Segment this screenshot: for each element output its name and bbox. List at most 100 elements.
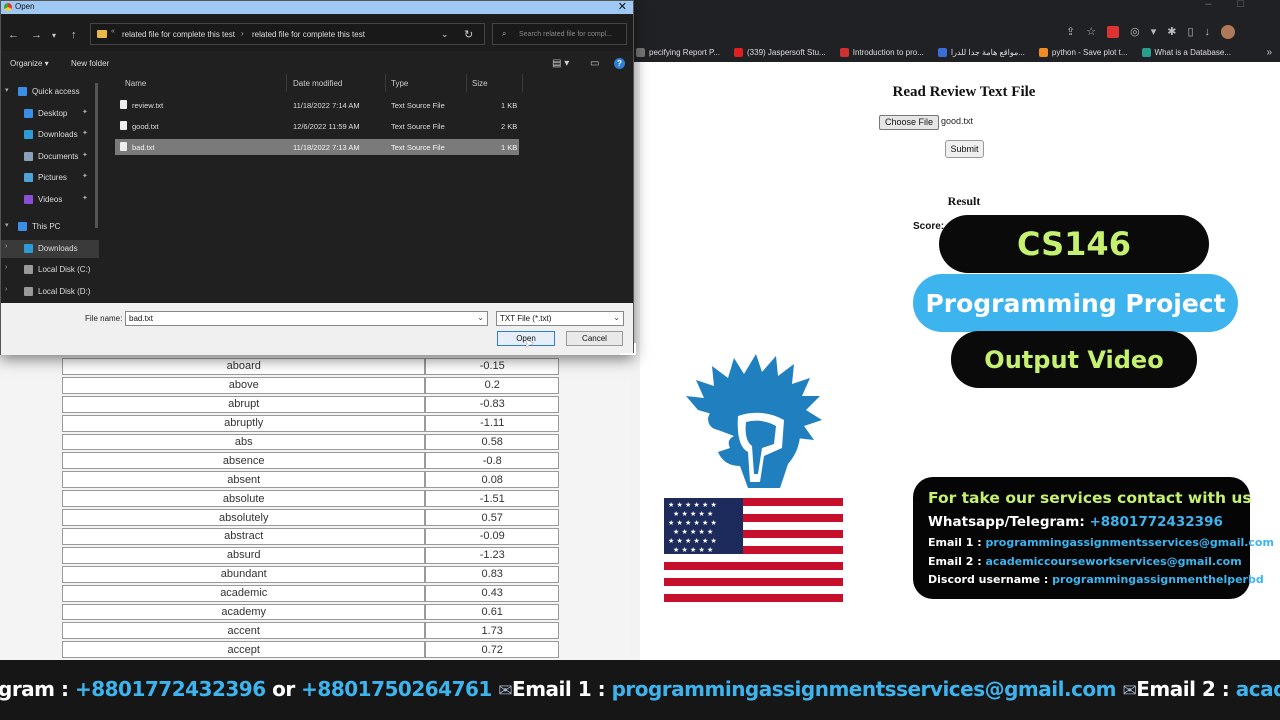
text-file-icon: [120, 142, 127, 151]
file-type-select[interactable]: TXT File (*.txt) ⌄: [496, 311, 624, 326]
nav-item[interactable]: Downloads ✦: [1, 126, 99, 144]
nav-item[interactable]: Pictures ✦: [1, 169, 99, 187]
nav-item-label: Videos: [38, 195, 63, 204]
extension-red-icon[interactable]: [1107, 26, 1120, 38]
column-type[interactable]: Type: [391, 79, 408, 88]
column-size[interactable]: Size: [472, 79, 488, 88]
score-cell: -0.15: [425, 358, 559, 375]
help-icon[interactable]: ?: [614, 58, 625, 69]
bookmarks-more-icon[interactable]: »: [1266, 47, 1272, 58]
breadcrumb-folder[interactable]: related file for complete this test: [252, 30, 365, 39]
file-row[interactable]: good.txt 12/6/2022 11:59 AM Text Source Fi…: [115, 118, 519, 134]
view-options-icon[interactable]: ▤ ▾: [552, 58, 569, 69]
ticker-phone1: +8801772432396: [74, 677, 266, 701]
file-size: 2 KB: [501, 122, 518, 131]
path-overflow-icon[interactable]: «: [111, 28, 115, 35]
nav-item[interactable]: Videos ✦: [1, 191, 99, 209]
recent-locations-icon[interactable]: ▾: [52, 31, 56, 40]
expand-chevron-icon[interactable]: ›: [5, 243, 7, 250]
bookmark-item[interactable]: مواقع هامة جدا للدرا...: [937, 48, 1025, 57]
forward-arrow-icon[interactable]: →: [31, 29, 42, 41]
bookmark-item[interactable]: Introduction to pro...: [839, 48, 924, 57]
svg-text:★ ★ ★ ★ ★: ★ ★ ★ ★ ★: [673, 528, 713, 536]
sidebar-icon[interactable]: ▯: [1187, 25, 1193, 39]
score-cell: 0.83: [425, 565, 559, 583]
breadcrumb-separator-icon[interactable]: ›: [241, 29, 244, 38]
up-arrow-icon[interactable]: ↑: [71, 29, 77, 41]
submit-button[interactable]: Submit: [945, 140, 984, 158]
file-row[interactable]: review.txt 11/18/2022 7:14 AM Text Source …: [115, 97, 519, 113]
nav-item[interactable]: › Downloads: [1, 240, 99, 258]
address-path-box[interactable]: « related file for complete this test › …: [90, 23, 485, 45]
bookmark-label: مواقع هامة جدا للدرا...: [950, 48, 1025, 57]
navigation-scrollbar[interactable]: [95, 83, 98, 228]
file-row[interactable]: bad.txt 11/18/2022 7:13 AM Text Source Fil…: [115, 139, 519, 155]
chevron-down-icon[interactable]: ⌄: [477, 313, 484, 322]
resize-grip-icon[interactable]: [620, 343, 636, 355]
close-icon[interactable]: ✕: [618, 0, 627, 13]
column-divider[interactable]: [466, 74, 467, 92]
expand-chevron-icon[interactable]: ›: [5, 286, 7, 293]
extension-circle-icon[interactable]: ◎: [1130, 25, 1140, 39]
expand-chevron-icon[interactable]: ›: [5, 264, 7, 271]
nav-item[interactable]: › Local Disk (D:): [1, 283, 99, 301]
choose-file-button[interactable]: Choose File: [879, 115, 939, 130]
email2-label: Email 2 :: [928, 555, 982, 568]
cancel-button[interactable]: Cancel: [566, 331, 623, 346]
breadcrumb-folder[interactable]: related file for complete this test: [122, 30, 235, 39]
refresh-icon[interactable]: ↻: [464, 28, 473, 41]
score-cell: 1.73: [425, 622, 559, 640]
nav-item[interactable]: ▾ Quick access: [1, 83, 99, 101]
word-cell: abrupt: [62, 395, 426, 413]
word-cell: above: [62, 376, 426, 394]
table-row: aboard -0.15: [62, 358, 559, 375]
column-divider[interactable]: [522, 74, 523, 92]
bookmark-item[interactable]: (339) Jaspersoft Stu...: [734, 48, 826, 57]
puzzle-icon[interactable]: ✱: [1167, 25, 1176, 39]
file-date: 11/18/2022 7:14 AM: [293, 101, 360, 110]
preview-pane-icon[interactable]: ▭: [590, 58, 599, 69]
email2-line: Email 2 : academiccourseworkservices@gma…: [928, 555, 1242, 568]
chosen-file-name: good.txt: [941, 116, 974, 126]
expand-chevron-icon[interactable]: ▾: [5, 86, 9, 94]
file-type: Text Source File: [391, 122, 445, 131]
bookmark-item[interactable]: What is a Database...: [1141, 48, 1231, 57]
score-cell: -1.23: [425, 546, 559, 564]
column-divider[interactable]: [385, 74, 386, 92]
expand-chevron-icon[interactable]: ▾: [5, 221, 9, 229]
nav-item[interactable]: Documents ✦: [1, 148, 99, 166]
nav-item[interactable]: Desktop ✦: [1, 105, 99, 123]
column-divider[interactable]: [286, 74, 287, 92]
pin-icon: ✦: [82, 109, 88, 116]
new-folder-button[interactable]: New folder: [71, 59, 109, 68]
table-row: absent 0.08: [62, 471, 559, 489]
chevron-down-icon[interactable]: ⌄: [441, 29, 449, 40]
star-icon[interactable]: ☆: [1086, 25, 1096, 39]
organize-button[interactable]: Organize ▾: [10, 59, 49, 68]
search-input[interactable]: ⌕ Search related file for compl...: [492, 23, 627, 45]
file-name-label: File name:: [85, 314, 123, 323]
share-icon[interactable]: ⇪: [1066, 25, 1075, 39]
column-date-modified[interactable]: Date modified: [293, 79, 342, 88]
file-name: bad.txt: [132, 143, 155, 152]
nav-item[interactable]: › Local Disk (C:): [1, 261, 99, 279]
column-name[interactable]: Name: [125, 79, 146, 88]
ticker-email1: programmingassignmentsservices@gmail.com: [611, 677, 1117, 701]
avatar[interactable]: [1221, 25, 1236, 39]
extension-menu-icon[interactable]: ▾: [1151, 25, 1157, 39]
dialog-titlebar[interactable]: Open ✕: [1, 1, 633, 14]
chevron-down-icon[interactable]: ⌄: [613, 313, 620, 322]
bookmark-label: pecifying Report P...: [649, 48, 721, 57]
word-cell: abstract: [62, 528, 426, 545]
file-list-header: Name Date modified Type Size: [114, 74, 524, 92]
back-arrow-icon[interactable]: ←: [8, 29, 19, 41]
nav-item[interactable]: ▾ This PC: [1, 218, 99, 236]
nav-item-label: Quick access: [32, 87, 80, 96]
spartan-helmet-logo: [686, 354, 822, 488]
bookmark-item[interactable]: python - Save plot t...: [1038, 48, 1128, 57]
download-icon[interactable]: ↓: [1205, 25, 1211, 39]
bookmark-item[interactable]: pecifying Report P...: [636, 48, 720, 57]
table-row: academic 0.43: [62, 584, 559, 602]
file-name-field[interactable]: bad.txt ⌄: [125, 311, 488, 326]
window-controls[interactable]: –□: [1205, 0, 1270, 10]
